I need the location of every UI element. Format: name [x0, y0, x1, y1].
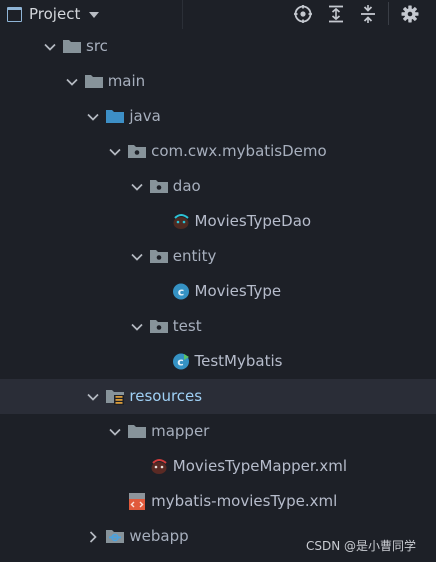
class-icon: c	[171, 282, 191, 301]
tree-row[interactable]: java	[0, 99, 436, 134]
chevron-down-icon[interactable]	[86, 109, 100, 123]
project-title: Project	[29, 5, 81, 23]
chevron-down-icon[interactable]	[108, 424, 122, 438]
settings-button[interactable]	[399, 3, 421, 25]
tree-item-label: src	[86, 37, 108, 55]
locate-icon	[294, 5, 312, 23]
chevron-down-icon[interactable]	[130, 179, 144, 193]
project-toolbar: Project	[0, 0, 436, 29]
tree-item-label: java	[129, 107, 161, 125]
tree-item-label: MoviesTypeDao	[194, 212, 312, 230]
collapse-all-button[interactable]	[357, 3, 379, 25]
tree-row[interactable]: c TestMybatis	[0, 344, 436, 379]
gear-icon	[401, 5, 419, 23]
source-root-folder-icon	[105, 107, 125, 126]
web-folder-icon	[105, 527, 125, 546]
folder-icon	[84, 72, 104, 91]
mybatis-interface-icon	[171, 212, 191, 231]
chevron-down-icon[interactable]	[43, 39, 57, 53]
package-icon	[149, 317, 169, 336]
resources-root-folder-icon	[105, 387, 125, 406]
tree-item-label: webapp	[129, 527, 189, 545]
toolbar-divider	[388, 2, 389, 25]
tree-item-label: entity	[172, 247, 217, 265]
tree-item-label: TestMybatis	[194, 352, 283, 370]
runnable-class-icon: c	[171, 352, 191, 371]
expand-all-icon	[329, 5, 343, 23]
chevron-down-icon[interactable]	[86, 389, 100, 403]
package-icon	[127, 142, 147, 161]
toolbar-divider	[182, 0, 183, 29]
project-view-selector[interactable]: Project	[7, 3, 100, 25]
chevron-right-icon[interactable]	[86, 529, 100, 543]
svg-text:c: c	[177, 356, 184, 369]
tree-row[interactable]: c MoviesType	[0, 274, 436, 309]
xml-file-icon	[127, 492, 147, 511]
tree-item-label: mapper	[151, 422, 210, 440]
folder-icon	[62, 37, 82, 56]
tree-row[interactable]: entity	[0, 239, 436, 274]
chevron-down-icon[interactable]	[130, 249, 144, 263]
expand-all-button[interactable]	[325, 3, 347, 25]
project-window-icon	[7, 6, 22, 22]
tree-item-label: MoviesTypeMapper.xml	[172, 457, 348, 475]
tree-item-label: main	[107, 72, 146, 90]
chevron-down-icon	[89, 12, 100, 18]
package-icon	[149, 247, 169, 266]
tree-row[interactable]: test	[0, 309, 436, 344]
folder-icon	[127, 422, 147, 441]
tree-row[interactable]: src	[0, 29, 436, 64]
tree-item-label: com.cwx.mybatisDemo	[151, 142, 327, 160]
tree-item-label: dao	[172, 177, 201, 195]
mybatis-mapper-xml-icon	[149, 457, 169, 476]
tree-item-label: resources	[129, 387, 203, 405]
tree-item-label: MoviesType	[194, 282, 282, 300]
tree-row[interactable]: mybatis-moviesType.xml	[0, 484, 436, 519]
chevron-down-icon[interactable]	[130, 319, 144, 333]
chevron-down-icon[interactable]	[65, 74, 79, 88]
tree-item-label: mybatis-moviesType.xml	[151, 492, 338, 510]
svg-text:c: c	[177, 286, 184, 299]
tree-row[interactable]: main	[0, 64, 436, 99]
collapse-all-icon	[361, 5, 375, 23]
tree-row[interactable]: resources	[0, 379, 436, 414]
tree-row[interactable]: MoviesTypeMapper.xml	[0, 449, 436, 484]
project-tree: src main java com.cwx.mybatisDemo dao MoviesT…	[0, 29, 436, 554]
tree-row[interactable]: mapper	[0, 414, 436, 449]
tree-item-label: test	[172, 317, 202, 335]
chevron-down-icon[interactable]	[108, 144, 122, 158]
tree-row[interactable]: MoviesTypeDao	[0, 204, 436, 239]
package-icon	[149, 177, 169, 196]
tree-row[interactable]: com.cwx.mybatisDemo	[0, 134, 436, 169]
tree-row[interactable]: dao	[0, 169, 436, 204]
watermark-text: CSDN @是小曹同学	[306, 539, 417, 553]
locate-button[interactable]	[292, 3, 314, 25]
